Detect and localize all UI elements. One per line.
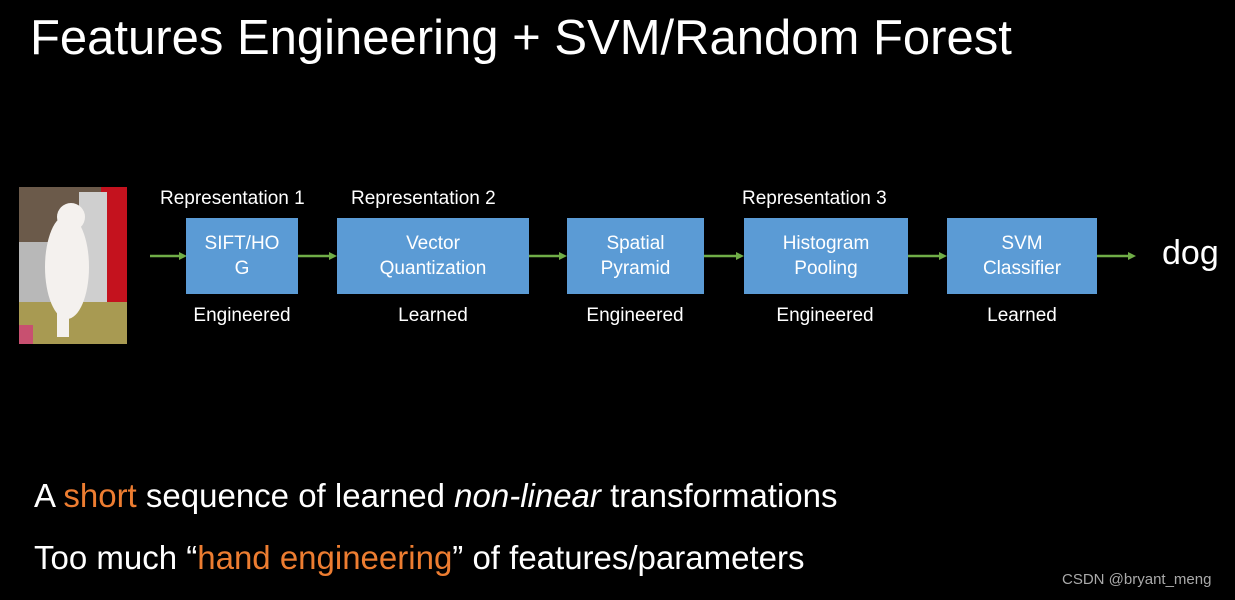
arrow-icon <box>150 252 187 260</box>
representation-2-label: Representation 2 <box>351 188 496 209</box>
pipeline-box-spatial-pyramid: Spatial Pyramid <box>567 218 704 294</box>
highlighted-text: short <box>63 477 137 514</box>
box-label-line2: G <box>234 258 250 279</box>
box-label-line1: SVM <box>1001 233 1043 254</box>
pipeline-box-sift-hog: SIFT/HO G <box>186 218 298 294</box>
watermark: CSDN @bryant_meng <box>1062 571 1212 588</box>
input-dog-image <box>19 187 127 344</box>
representation-1-label: Representation 1 <box>160 188 305 209</box>
bullet-text: transformations <box>600 477 838 514</box>
arrow-icon <box>1097 252 1136 260</box>
box-label-line2: Classifier <box>982 258 1062 279</box>
representation-3-label: Representation 3 <box>742 188 887 209</box>
arrow-icon <box>529 252 567 260</box>
pipeline-box-vector-quantization: Vector Quantization <box>337 218 529 294</box>
bullet-text: ” of features/parameters <box>452 539 805 576</box>
box-label-line1: Spatial <box>606 233 665 254</box>
box-label-line2: Pooling <box>794 258 858 279</box>
dog-photo-illustration <box>19 187 127 344</box>
stage-type-label: Engineered <box>586 305 684 326</box>
highlighted-text: hand engineering <box>197 539 453 576</box>
pipeline-box-histogram-pooling: Histogram Pooling <box>744 218 908 294</box>
stage-type-label: Learned <box>398 305 468 326</box>
bullet-text: Too much “ <box>34 539 198 576</box>
stage-type-label: Engineered <box>776 305 874 326</box>
box-label-line1: Histogram <box>782 233 870 254</box>
bullet-text: A <box>34 477 64 514</box>
bullet-1: A short sequence of learned non-linear t… <box>34 476 838 516</box>
arrow-icon <box>298 252 337 260</box>
bullet-2: Too much “hand engineering” of features/… <box>34 538 804 578</box>
box-label-line1: Vector <box>406 233 460 254</box>
stage-type-label: Engineered <box>193 305 291 326</box>
box-label-line2: Quantization <box>379 258 487 279</box>
arrow-icon <box>704 252 744 260</box>
stage-type-label: Learned <box>987 305 1057 326</box>
box-label-line1: SIFT/HO <box>204 233 280 254</box>
bullet-text: sequence of learned <box>136 477 455 514</box>
arrow-icon <box>908 252 947 260</box>
box-label-line2: Pyramid <box>600 258 671 279</box>
pipeline-box-svm-classifier: SVM Classifier <box>947 218 1097 294</box>
slide-title: Features Engineering + SVM/Random Forest <box>30 11 1012 65</box>
output-label: dog <box>1162 234 1219 272</box>
italic-text: non-linear <box>454 477 601 514</box>
